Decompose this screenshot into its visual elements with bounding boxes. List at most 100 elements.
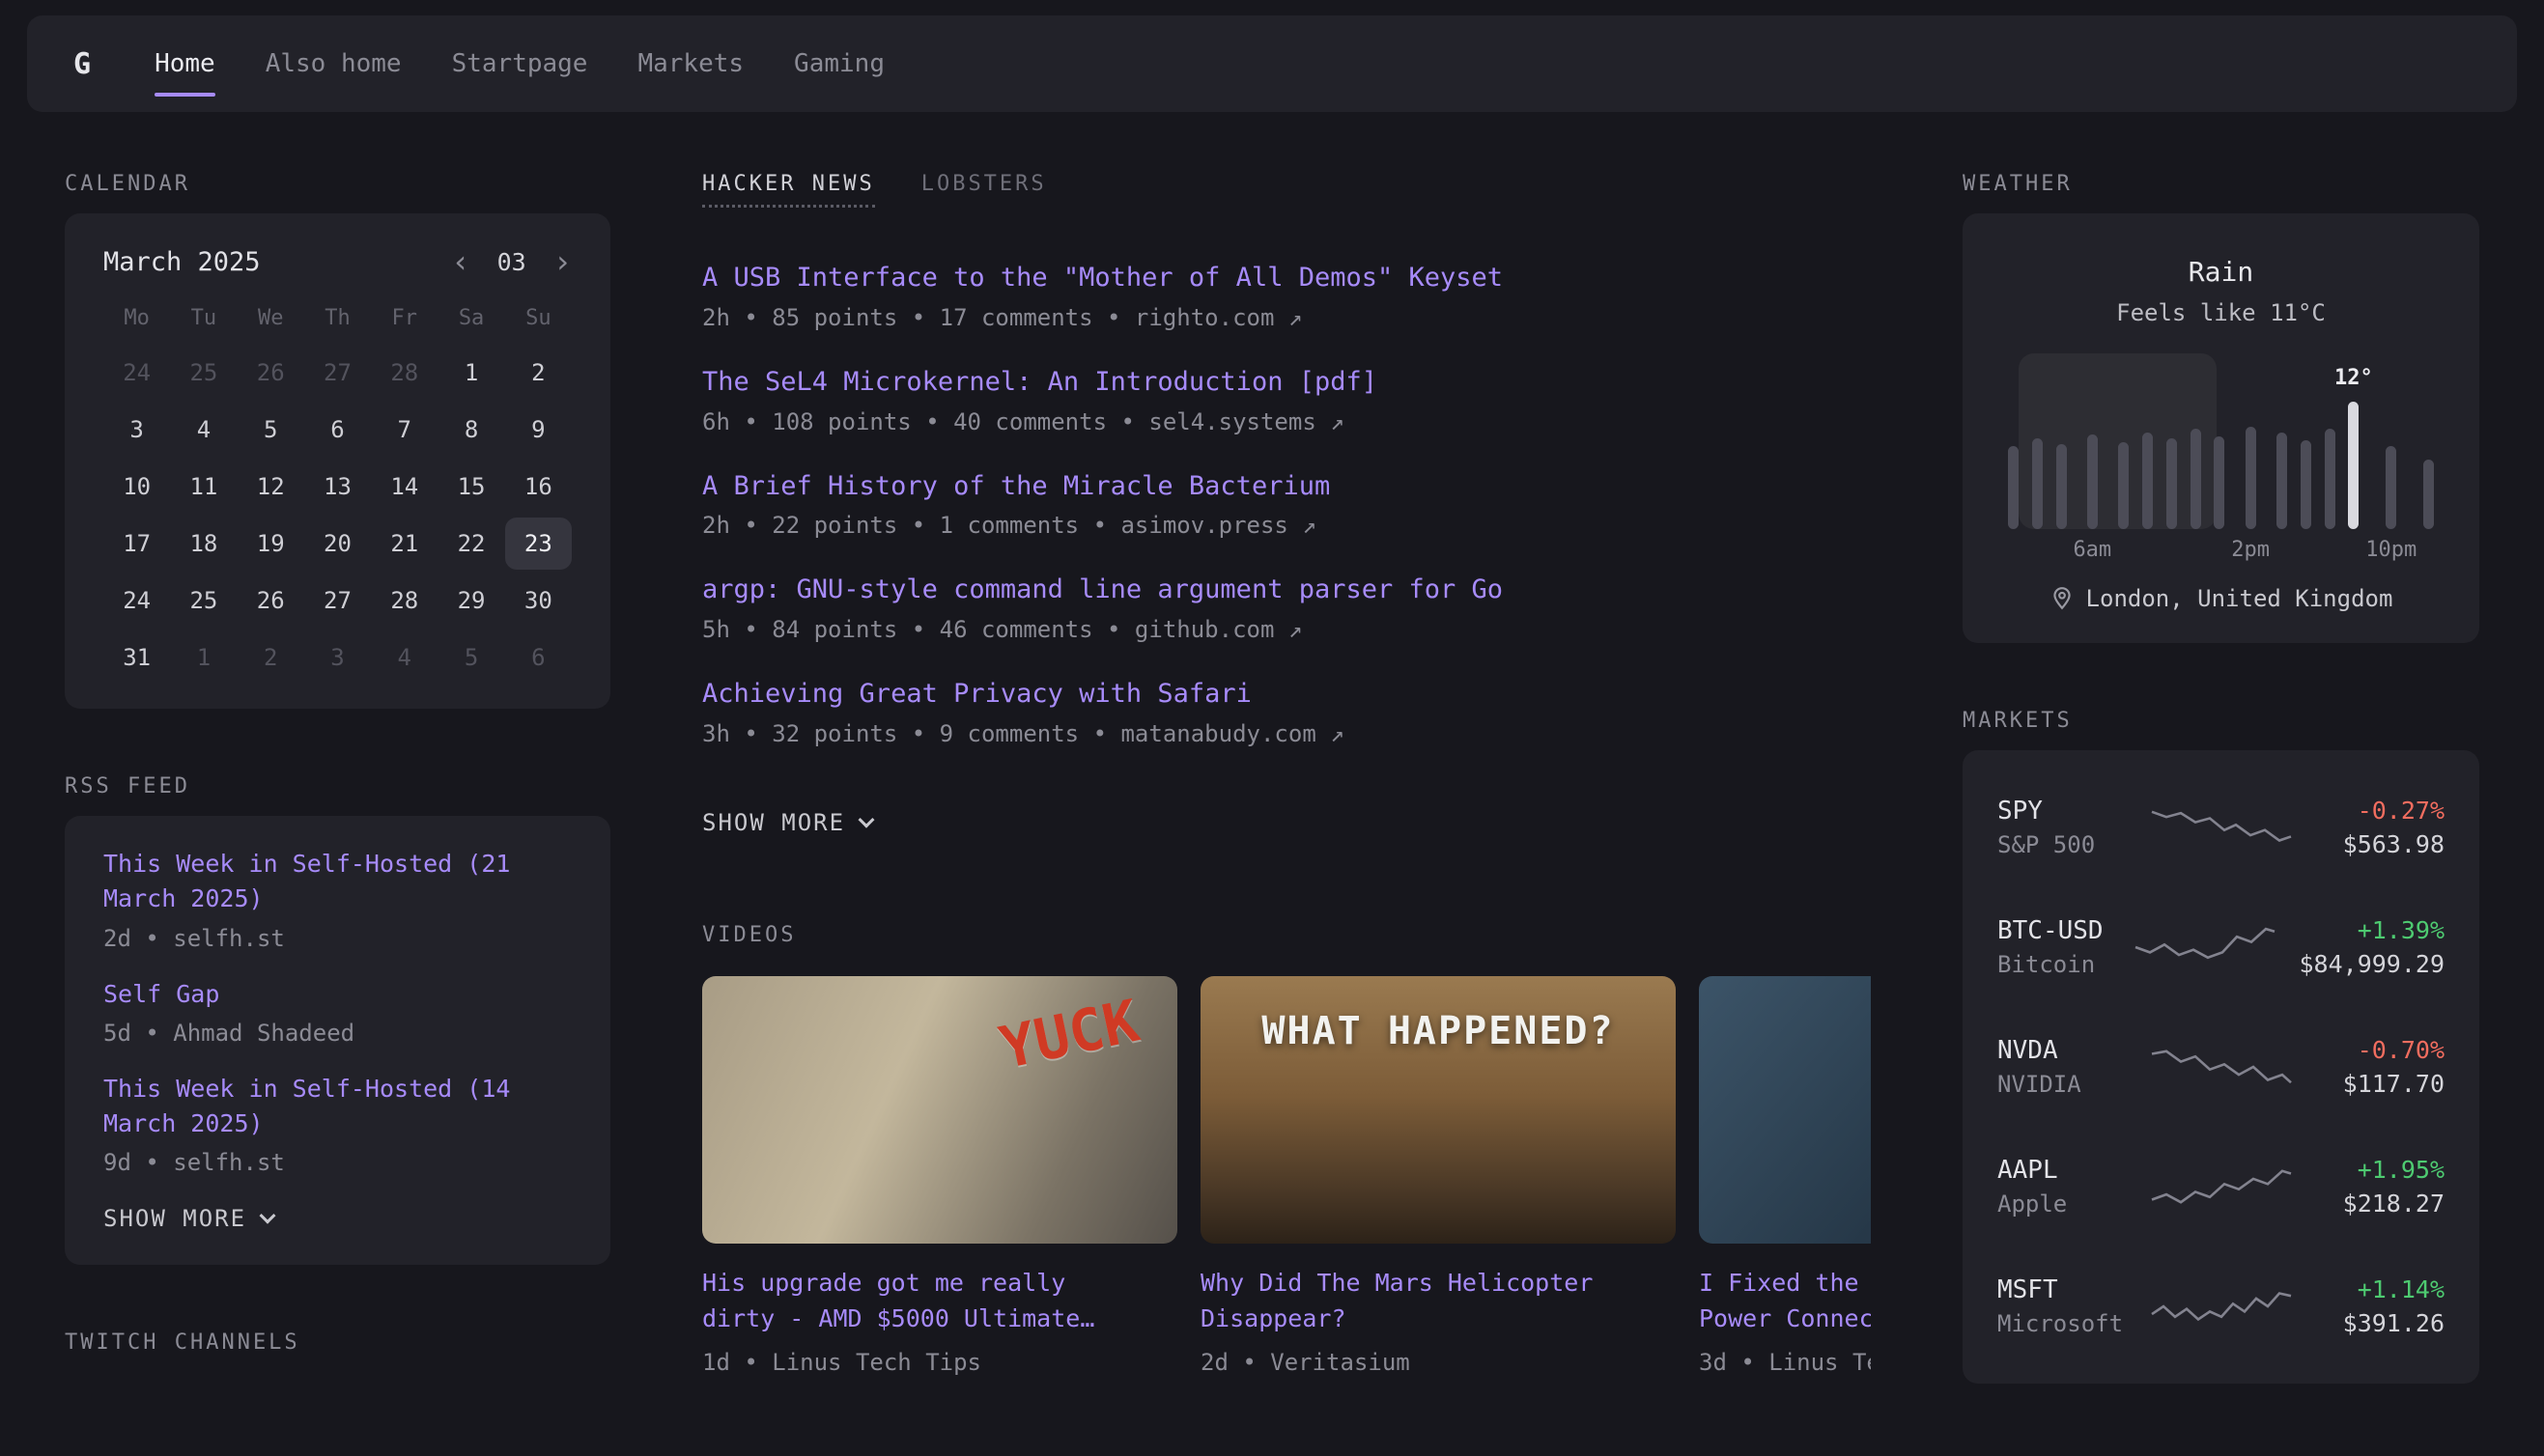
video-title[interactable]: Why Did The Mars HelicopterDisappear? <box>1201 1265 1676 1337</box>
weather-hour-label <box>2025 529 2049 562</box>
weather-hour-column <box>2111 365 2135 562</box>
market-sparkline <box>2149 801 2294 854</box>
prev-month-icon[interactable]: ‹ <box>451 246 469 277</box>
chevron-down-icon <box>260 1208 276 1224</box>
thumbnail-overlay: DOTH <box>1699 976 1871 1244</box>
market-symbol-block: SPYS&P 500 <box>1997 797 2128 858</box>
market-row[interactable]: SPYS&P 500 -0.27% $563.98 <box>1997 768 2445 887</box>
video-thumbnail[interactable]: WHAT HAPPENED? <box>1201 976 1676 1244</box>
calendar-day: 9 <box>505 404 572 456</box>
weather-bar-box <box>2160 365 2184 529</box>
video-card: YUCK His upgrade got me reallydirty - AMD… <box>702 976 1177 1376</box>
nav-tab-startpage[interactable]: Startpage <box>452 15 588 112</box>
weather-bar <box>2008 446 2019 529</box>
market-change: -0.27% <box>2315 797 2445 825</box>
weather-hour-column <box>2160 365 2184 562</box>
video-title[interactable]: I Fixed the 5Power Connect <box>1699 1265 1871 1337</box>
weather-hour-label: 10pm <box>2365 529 2417 562</box>
weather-hour-column <box>2318 365 2342 562</box>
video-thumbnail[interactable]: DOTH <box>1699 976 1871 1244</box>
market-row[interactable]: NVDANVIDIA-0.70%$117.70 <box>1997 1007 2445 1127</box>
weather-bar-box <box>2025 365 2049 529</box>
calendar-day: 14 <box>371 461 438 513</box>
weather-hour-label <box>2294 529 2318 562</box>
news-tab-lobsters[interactable]: LOBSTERS <box>921 172 1047 208</box>
videos-row: YUCK His upgrade got me reallydirty - AMD… <box>702 976 1871 1376</box>
calendar-day: 24 <box>103 574 170 627</box>
weather-bar <box>2087 434 2098 529</box>
calendar-weekday: Su <box>505 298 572 342</box>
market-price: $563.98 <box>2315 830 2445 858</box>
video-title-line: Why Did The Mars Helicopter <box>1201 1265 1676 1302</box>
top-navigation: G Home Also home Startpage Markets Gaming <box>27 15 2517 112</box>
twitch-section-title: TWITCH CHANNELS <box>65 1330 610 1355</box>
weather-bar <box>2246 427 2256 529</box>
weather-feels-like: Feels like 11°C <box>2001 299 2441 326</box>
market-symbol-block: NVDANVIDIA <box>1997 1036 2128 1098</box>
market-values: +1.95%$218.27 <box>2315 1156 2445 1218</box>
nav-tab-also-home[interactable]: Also home <box>266 15 402 112</box>
video-title[interactable]: His upgrade got me reallydirty - AMD $50… <box>702 1265 1177 1337</box>
nav-tab-gaming[interactable]: Gaming <box>794 15 885 112</box>
news-story-meta: 5h • 84 points • 46 comments • github.co… <box>702 616 1871 643</box>
weather-bar-box: 12° <box>2341 365 2365 529</box>
weather-bar <box>2386 446 2396 529</box>
weather-hour-label: 6am <box>2073 529 2111 562</box>
weather-widget: Rain Feels like 11°C 6am2pm12°10pm Londo… <box>1963 213 2479 643</box>
video-meta: 1d • Linus Tech Tips <box>702 1349 1177 1376</box>
news-story: A USB Interface to the "Mother of All De… <box>702 260 1871 331</box>
weather-hour-label <box>2001 529 2025 562</box>
news-story: A Brief History of the Miracle Bacterium… <box>702 468 1871 540</box>
calendar-day: 17 <box>103 518 170 570</box>
market-row[interactable]: BTC-USDBitcoin+1.39%$84,999.29 <box>1997 887 2445 1007</box>
market-sparkline <box>2149 1041 2294 1093</box>
news-tab-hacker-news[interactable]: HACKER NEWS <box>702 172 875 208</box>
calendar-day: 13 <box>304 461 371 513</box>
market-values: +1.14%$391.26 <box>2315 1275 2445 1337</box>
app-logo[interactable]: G <box>73 47 91 81</box>
video-thumbnail[interactable]: YUCK <box>702 976 1177 1244</box>
market-row[interactable]: AAPLApple+1.95%$218.27 <box>1997 1127 2445 1246</box>
news-story-meta: 2h • 85 points • 17 comments • righto.co… <box>702 304 1871 331</box>
calendar-day: 27 <box>304 347 371 399</box>
weather-hour-label <box>2270 529 2294 562</box>
market-row[interactable]: MSFTMicrosoft+1.14%$391.26 <box>1997 1246 2445 1366</box>
market-change: +1.95% <box>2315 1156 2445 1184</box>
market-name: NVIDIA <box>1997 1071 2128 1098</box>
markets-widget: SPYS&P 500 -0.27% $563.98 BTC-USDBitcoin+1.… <box>1963 750 2479 1384</box>
rss-item-meta: 5d • Ahmad Shadeed <box>103 1020 572 1047</box>
calendar-day: 10 <box>103 461 170 513</box>
next-month-icon[interactable]: › <box>553 246 572 277</box>
weather-bar-box <box>2184 365 2208 529</box>
rss-item: This Week in Self-Hosted (21 March 2025)… <box>103 847 572 952</box>
calendar-day: 16 <box>505 461 572 513</box>
weather-hour-column <box>2025 365 2049 562</box>
news-story-title[interactable]: A Brief History of the Miracle Bacterium <box>702 468 1871 505</box>
thumbnail-overlay-text: WHAT HAPPENED? <box>1261 1009 1614 1053</box>
calendar-day: 31 <box>103 631 170 684</box>
rss-show-more-button[interactable]: SHOW MORE <box>103 1205 273 1232</box>
news-story-title[interactable]: argp: GNU-style command line argument pa… <box>702 572 1871 608</box>
calendar-day: 27 <box>304 574 371 627</box>
news-story-title[interactable]: A USB Interface to the "Mother of All De… <box>702 260 1871 296</box>
rss-item-title[interactable]: This Week in Self-Hosted (14 March 2025) <box>103 1072 572 1142</box>
markets-section-title: MARKETS <box>1963 709 2479 733</box>
calendar-day: 4 <box>170 404 237 456</box>
nav-tab-markets[interactable]: Markets <box>637 15 744 112</box>
weather-bar-box <box>2417 365 2441 529</box>
news-story-title[interactable]: The SeL4 Microkernel: An Introduction [p… <box>702 364 1871 401</box>
news-story-meta: 3h • 32 points • 9 comments • matanabudy… <box>702 720 1871 747</box>
calendar-day: 28 <box>371 347 438 399</box>
calendar-month-nav: ‹ 03 › <box>451 246 572 277</box>
news-show-more-button[interactable]: SHOW MORE <box>702 809 872 836</box>
rss-item-title[interactable]: Self Gap <box>103 977 572 1012</box>
calendar-day: 7 <box>371 404 438 456</box>
weather-hour-label <box>2160 529 2184 562</box>
weather-bar <box>2142 433 2153 529</box>
calendar-day: 21 <box>371 518 438 570</box>
news-show-more-label: SHOW MORE <box>702 809 845 836</box>
nav-tab-home[interactable]: Home <box>155 15 215 112</box>
weather-hour-column: 12° <box>2341 365 2365 562</box>
rss-item-title[interactable]: This Week in Self-Hosted (21 March 2025) <box>103 847 572 917</box>
news-story-title[interactable]: Achieving Great Privacy with Safari <box>702 676 1871 713</box>
